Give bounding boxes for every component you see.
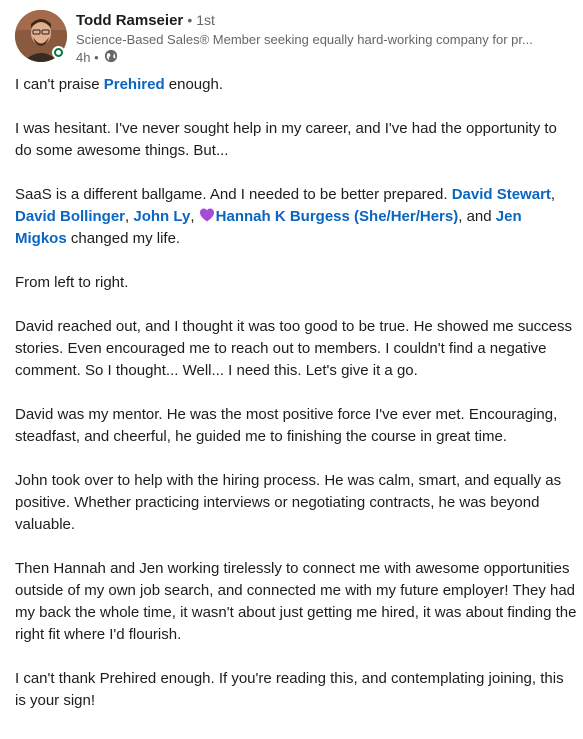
- mention-david-stewart[interactable]: David Stewart: [452, 186, 551, 203]
- post-paragraph: Then Hannah and Jen working tirelessly t…: [15, 560, 577, 643]
- post-paragraph: David reached out, and I thought it was …: [15, 318, 572, 379]
- separator: ,: [190, 208, 199, 225]
- separator: ,: [550, 186, 556, 203]
- post-paragraph: SaaS is a different ballgame. And I need…: [15, 184, 577, 250]
- post-time: 4h •: [76, 50, 99, 65]
- post-body: I can't praise Prehired enough. I was he…: [15, 74, 577, 734]
- post-header: Todd Ramseier • 1st Science-Based Sales®…: [15, 8, 575, 67]
- post-meta: 4h •: [76, 49, 118, 67]
- purple-heart-icon: [199, 208, 214, 222]
- post-paragraph: John took over to help with the hiring p…: [15, 472, 562, 533]
- author-headline[interactable]: Science-Based Sales® Member seeking equa…: [76, 31, 566, 48]
- author-line: Todd Ramseier • 1st: [76, 11, 215, 30]
- post-paragraph: I was hesitant. I've never sought help i…: [15, 120, 557, 159]
- mention-hannah-k-burgess[interactable]: Hannah K Burgess (She/Her/Hers): [216, 208, 459, 225]
- online-status-icon: [52, 46, 65, 59]
- mention-david-bollinger[interactable]: David Bollinger: [15, 208, 125, 225]
- globe-icon: [104, 49, 118, 67]
- post-paragraph: David was my mentor. He was the most pos…: [15, 406, 558, 445]
- mention-john-ly[interactable]: John Ly: [133, 208, 190, 225]
- post-paragraph: From left to right.: [15, 274, 129, 291]
- post-paragraph: I can't thank Prehired enough. If you're…: [15, 670, 564, 709]
- text: I can't praise: [15, 76, 104, 93]
- text: SaaS is a different ballgame. And I need…: [15, 186, 452, 203]
- author-name[interactable]: Todd Ramseier: [76, 12, 183, 29]
- post-paragraph: I can't praise Prehired enough.: [15, 74, 577, 96]
- mention-prehired[interactable]: Prehired: [104, 76, 165, 93]
- text: changed my life.: [66, 230, 181, 247]
- connection-degree: • 1st: [187, 12, 215, 28]
- text: enough.: [164, 76, 223, 93]
- separator: , and: [458, 208, 496, 225]
